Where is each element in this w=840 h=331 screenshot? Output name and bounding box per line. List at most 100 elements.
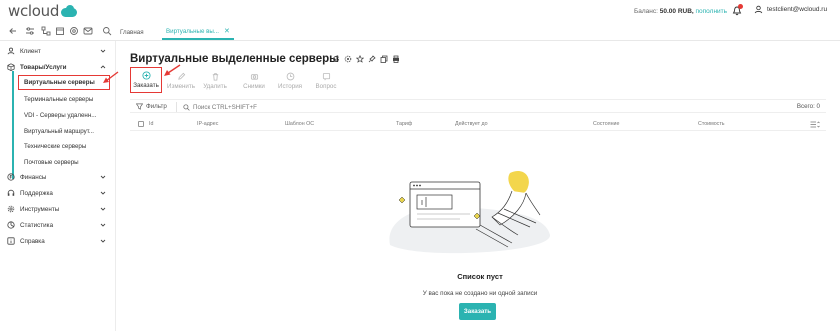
balance-label: Баланс: bbox=[634, 8, 658, 15]
chevron-down-icon bbox=[100, 223, 106, 227]
question-icon bbox=[322, 72, 330, 81]
sidebar-item-label: Клиент bbox=[20, 47, 41, 55]
sidebar-item-help[interactable]: Справка bbox=[0, 234, 116, 248]
column-os-template[interactable]: Шаблон ОС bbox=[285, 121, 314, 127]
balance: Баланс: 50.00 RUB, пополнить bbox=[634, 8, 727, 15]
info-icon bbox=[7, 237, 15, 245]
tab-virtual-servers[interactable]: Виртуальные вы... ✕ bbox=[162, 24, 234, 40]
chevron-down-icon bbox=[100, 175, 106, 179]
balance-value: 50.00 RUB, bbox=[659, 8, 694, 15]
search-icon bbox=[183, 103, 190, 111]
topup-link[interactable]: пополнить bbox=[696, 8, 728, 15]
camera-icon bbox=[250, 74, 258, 80]
filter-settings-icon[interactable] bbox=[25, 26, 35, 36]
user-menu[interactable]: testclient@wcloud.ru bbox=[754, 5, 827, 14]
submenu-terminal-servers[interactable]: Терминальные серверы bbox=[24, 96, 93, 103]
gear-icon[interactable] bbox=[344, 55, 352, 63]
annotation-arrow bbox=[103, 71, 119, 83]
sidebar-item-tools[interactable]: Инструменты bbox=[0, 202, 116, 216]
trash-icon bbox=[212, 73, 218, 81]
submenu-vdi-servers[interactable]: VDI - Серверы удаленн... bbox=[24, 112, 96, 119]
empty-order-button[interactable]: Заказать bbox=[459, 303, 496, 320]
sidebar-item-label: Справка bbox=[20, 237, 45, 245]
sidebar: Клиент Товары/Услуги Виртуальные серверы… bbox=[0, 41, 116, 331]
column-status[interactable]: Состояние bbox=[593, 121, 619, 127]
chart-icon bbox=[7, 221, 15, 229]
user-icon bbox=[754, 5, 763, 14]
sidebar-item-label: Финансы bbox=[20, 173, 47, 181]
column-valid-until[interactable]: Действует до bbox=[455, 121, 488, 127]
sidebar-item-label: Поддержка bbox=[20, 189, 53, 197]
snapshots-label: Снимки bbox=[243, 83, 265, 90]
submenu-virtual-servers[interactable]: Виртуальные серверы bbox=[18, 75, 110, 90]
message-icon[interactable] bbox=[83, 26, 93, 36]
coin-icon bbox=[7, 173, 15, 181]
submenu-technical-servers[interactable]: Технические серверы bbox=[24, 143, 86, 150]
sidebar-item-label: Статистика bbox=[20, 221, 54, 229]
column-ip[interactable]: IP-адрес bbox=[197, 121, 218, 127]
tab-toolbar: Главная Виртуальные вы... ✕ bbox=[0, 22, 840, 41]
filter-icon bbox=[136, 103, 143, 110]
tab-active-label: Виртуальные вы... bbox=[166, 27, 220, 35]
history-label: История bbox=[278, 83, 302, 90]
empty-state-subtitle: У вас пока не создано ни одной записи bbox=[422, 290, 538, 297]
filter-label: Фильтр bbox=[146, 103, 167, 110]
order-label: Заказать bbox=[133, 82, 159, 89]
tree-icon[interactable] bbox=[41, 26, 51, 36]
column-menu-icon[interactable] bbox=[810, 121, 820, 128]
search-icon[interactable] bbox=[102, 26, 112, 36]
column-cost[interactable]: Стоимость bbox=[698, 121, 725, 127]
sidebar-item-client[interactable]: Клиент bbox=[0, 44, 116, 58]
question-label: Вопрос bbox=[315, 83, 337, 90]
user-icon bbox=[7, 47, 15, 55]
edit-label: Изменить bbox=[167, 83, 195, 90]
logo[interactable]: wcloud bbox=[8, 2, 78, 20]
box-icon bbox=[7, 63, 15, 71]
plus-circle-icon bbox=[141, 71, 151, 80]
back-arrow-icon[interactable] bbox=[8, 26, 18, 36]
print-icon[interactable] bbox=[392, 55, 400, 63]
settings-icon[interactable] bbox=[69, 26, 79, 36]
filter-button[interactable]: Фильтр bbox=[136, 103, 167, 110]
sidebar-item-finance[interactable]: Финансы bbox=[0, 170, 116, 184]
annotation-arrow bbox=[164, 64, 181, 76]
sidebar-item-statistics[interactable]: Статистика bbox=[0, 218, 116, 232]
empty-state-illustration bbox=[389, 170, 551, 254]
empty-state-title: Список пуст bbox=[457, 272, 503, 281]
table-header: Id IP-адрес Шаблон ОС Тариф Действует до… bbox=[130, 118, 826, 131]
order-button[interactable]: Заказать bbox=[130, 67, 162, 93]
submenu-virtual-router[interactable]: Виртуальный маршрут... bbox=[24, 128, 94, 135]
headset-icon bbox=[7, 189, 15, 196]
logo-text: wcloud bbox=[8, 2, 60, 20]
snapshots-button[interactable]: Снимки bbox=[238, 69, 270, 93]
close-icon[interactable]: ✕ bbox=[224, 27, 230, 35]
submenu-mail-servers[interactable]: Почтовые серверы bbox=[24, 159, 79, 166]
chevron-down-icon bbox=[100, 239, 106, 243]
copy-icon[interactable] bbox=[380, 55, 388, 63]
pin-icon[interactable] bbox=[368, 55, 376, 63]
search-input[interactable]: Поиск CTRL+SHIFT+F bbox=[176, 102, 257, 112]
sidebar-item-support[interactable]: Поддержка bbox=[0, 186, 116, 200]
history-button[interactable]: История bbox=[274, 69, 306, 93]
tab-home[interactable]: Главная bbox=[116, 24, 148, 40]
star-icon[interactable] bbox=[356, 55, 364, 63]
select-all-checkbox[interactable] bbox=[138, 121, 144, 127]
delete-label: Удалить bbox=[203, 83, 227, 90]
filter-bar: Фильтр Поиск CTRL+SHIFT+F Всего: 0 bbox=[130, 99, 826, 113]
clock-icon bbox=[286, 72, 294, 81]
sidebar-item-label: Инструменты bbox=[20, 205, 60, 213]
sidebar-item-label: Товары/Услуги bbox=[20, 63, 67, 71]
gear-icon bbox=[7, 205, 15, 213]
delete-button[interactable]: Удалить bbox=[199, 69, 231, 93]
column-tariff[interactable]: Тариф bbox=[396, 121, 412, 127]
chevron-down-icon bbox=[100, 207, 106, 211]
question-button[interactable]: Вопрос bbox=[310, 69, 342, 93]
refresh-icon[interactable] bbox=[332, 55, 340, 63]
cloud-icon bbox=[61, 5, 78, 17]
title-actions bbox=[332, 55, 400, 63]
column-id[interactable]: Id bbox=[149, 121, 153, 127]
box-icon[interactable] bbox=[55, 26, 65, 36]
chevron-down-icon bbox=[100, 49, 106, 53]
notification-badge bbox=[738, 4, 743, 9]
chevron-down-icon bbox=[100, 191, 106, 195]
